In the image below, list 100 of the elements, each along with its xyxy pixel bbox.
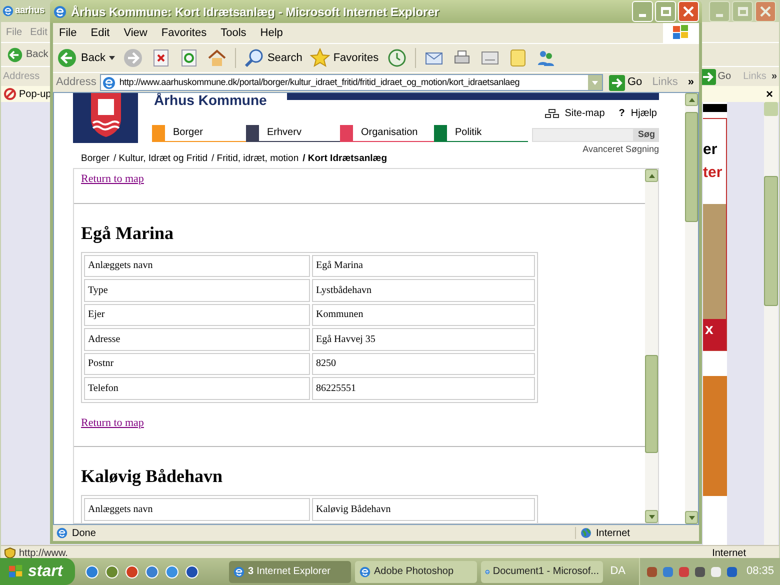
address-label: Address — [56, 75, 96, 90]
globe-e-icon — [233, 566, 245, 578]
breadcrumb-link[interactable]: / Kultur, Idræt og Fritid — [114, 152, 208, 166]
tray-icon[interactable] — [710, 566, 722, 578]
return-to-map-link[interactable]: Return to map — [81, 414, 144, 431]
table-cell: Lystbådehavn — [312, 279, 535, 302]
scrollbar-thumb[interactable] — [685, 112, 698, 222]
favorites-button[interactable]: Favorites — [310, 48, 379, 68]
table-cell: Anlæggets navn — [84, 254, 310, 277]
menu-item[interactable]: Help — [260, 24, 283, 42]
quick-launch-icon[interactable] — [85, 564, 99, 578]
windows-logo-icon — [672, 25, 690, 41]
nav-tab[interactable]: Politik — [434, 125, 528, 142]
note-icon[interactable] — [508, 48, 528, 68]
close-icon — [683, 6, 694, 17]
star-icon — [310, 48, 330, 68]
quick-launch-icon[interactable] — [185, 564, 199, 578]
status-zone: Internet — [712, 546, 746, 560]
tray-icon[interactable] — [662, 566, 674, 578]
table-cell: Type — [84, 279, 310, 302]
breadcrumb-link[interactable]: / Kort Idrætsanlæg — [302, 152, 388, 166]
quick-launch-icon[interactable] — [105, 564, 119, 578]
home-icon[interactable] — [207, 48, 228, 68]
quick-launch-icon[interactable] — [165, 564, 179, 578]
menu-item[interactable]: Favorites — [161, 24, 207, 42]
address-field[interactable]: http://www.aarhuskommune.dk/portal/borger/kultur_idraet_fritid/fritid_idraet_og_motion/kort_idraetsanlaeg — [100, 74, 602, 91]
ad-text: ter — [703, 162, 724, 182]
globe-e-icon — [359, 566, 371, 578]
close-icon[interactable]: × — [766, 85, 773, 103]
clock: 08:35 — [746, 564, 774, 580]
refresh-icon[interactable] — [179, 48, 200, 68]
sitemap-icon — [544, 109, 559, 118]
menu-item[interactable]: Edit — [90, 24, 110, 42]
table-cell: Kommunen — [312, 304, 535, 326]
window-title: aarhus — [15, 4, 44, 18]
table-cell: Telefon — [84, 377, 310, 400]
tray-icon[interactable] — [678, 566, 690, 578]
taskbar-button[interactable]: Adobe Photoshop — [355, 560, 477, 582]
globe-e-icon — [102, 76, 116, 90]
people-icon[interactable] — [536, 48, 556, 68]
go-button[interactable]: Go — [606, 74, 644, 91]
scrollbar-thumb[interactable] — [645, 355, 658, 453]
globe-e-icon — [53, 4, 67, 18]
site-map-link[interactable]: Site-map — [544, 106, 605, 121]
quick-launch-icon[interactable] — [145, 564, 159, 578]
tray-icon[interactable] — [694, 566, 706, 578]
dropdown-caret-icon[interactable] — [588, 75, 602, 90]
nav-tab[interactable]: Organisation — [340, 125, 434, 142]
ad-bar — [703, 104, 727, 112]
return-to-map-link[interactable]: Return to map — [81, 171, 144, 188]
window-title: Århus Kommune: Kort Idrætsanlæg - Microsoft Internet Explorer — [71, 4, 440, 20]
back-button[interactable]: Back — [7, 46, 48, 62]
tray-icon[interactable] — [646, 566, 658, 578]
table-cell: Kaløvig Bådehavn — [312, 498, 535, 520]
ad-text: x — [703, 319, 726, 350]
table-cell: Ejer — [84, 304, 310, 326]
scrollbar[interactable] — [645, 169, 658, 523]
caret-icon[interactable] — [109, 56, 116, 60]
status-text: Done — [72, 526, 97, 540]
minimize-button[interactable] — [709, 0, 730, 22]
status-text: http://www. — [19, 546, 68, 560]
menu-item[interactable]: Tools — [220, 24, 246, 42]
close-icon — [760, 6, 771, 16]
scrollbar[interactable] — [764, 102, 778, 545]
facility-heading: Egå Marina — [81, 222, 174, 244]
taskbar-button[interactable]: Document1 - Microsof... — [481, 560, 603, 582]
scrollbar-thumb[interactable] — [764, 176, 778, 306]
table-cell: Anlæggets navn — [84, 498, 310, 520]
table-cell: Egå Havvej 35 — [312, 328, 535, 350]
search-field[interactable] — [532, 128, 634, 142]
search-submit-button[interactable]: Søg — [634, 128, 659, 142]
maximize-button[interactable] — [732, 0, 753, 22]
history-icon[interactable] — [386, 48, 407, 68]
table-cell: 86225551 — [312, 377, 535, 400]
links-chevron[interactable]: » — [688, 74, 694, 91]
links-chevron[interactable]: » — [771, 69, 777, 84]
window-count: 3 — [248, 565, 254, 579]
back-button[interactable]: Back — [57, 48, 116, 68]
breadcrumb-link[interactable]: / Fritid, idræt, motion — [212, 152, 299, 166]
help-link[interactable]: ? Hjælp — [618, 106, 657, 121]
menu-item[interactable]: File — [59, 24, 77, 42]
popup-bar-text: Pop-up — [19, 88, 52, 102]
advanced-search-link[interactable]: Avanceret Søgning — [582, 143, 659, 156]
search-button[interactable]: Search — [244, 48, 302, 68]
shield-icon — [4, 547, 16, 559]
close-button[interactable] — [755, 0, 776, 22]
nav-tab[interactable]: Borger — [152, 125, 246, 142]
globe-e-icon — [56, 527, 68, 539]
tray-icon[interactable] — [726, 566, 738, 578]
quick-launch-icon[interactable] — [125, 564, 139, 578]
start-button[interactable]: start — [0, 558, 75, 585]
facility-heading: Kaløvig Bådehavn — [81, 465, 223, 487]
globe-icon — [580, 527, 592, 539]
taskbar-button[interactable]: 3 Internet Explorer — [229, 560, 351, 582]
stop-icon[interactable] — [151, 48, 172, 68]
address-label: Address — [3, 70, 40, 84]
menu-item[interactable]: View — [124, 24, 148, 42]
nav-tab[interactable]: Erhverv — [246, 125, 340, 142]
breadcrumb-link[interactable]: Borger — [81, 152, 110, 166]
scrollbar[interactable] — [685, 93, 698, 524]
